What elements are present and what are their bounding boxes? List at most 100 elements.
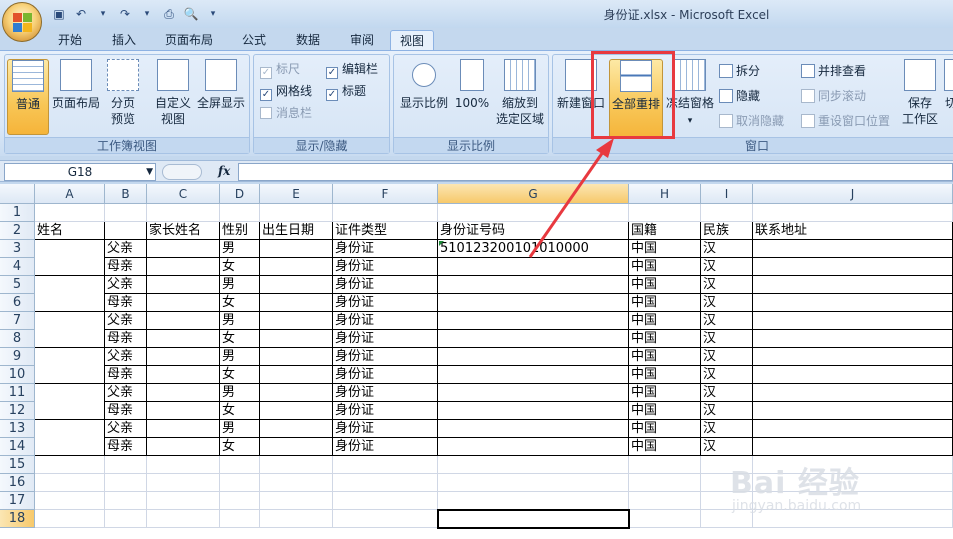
cell-G9[interactable] bbox=[438, 348, 629, 366]
cell-C16[interactable] bbox=[147, 474, 220, 492]
cell-G13[interactable] bbox=[438, 420, 629, 438]
custom-views-button[interactable]: 自定义 视图 bbox=[151, 59, 195, 135]
cell-J13[interactable] bbox=[753, 420, 953, 438]
cell-A9[interactable] bbox=[35, 348, 105, 366]
cell-A11[interactable] bbox=[35, 384, 105, 402]
column-header[interactable]: C bbox=[147, 184, 220, 204]
cell-H2[interactable]: 国籍 bbox=[629, 222, 701, 240]
cell-F14[interactable]: 身份证 bbox=[333, 438, 438, 456]
cell-A16[interactable] bbox=[35, 474, 105, 492]
formulabar-checkbox[interactable]: ✓ 编辑栏 bbox=[326, 59, 378, 79]
cell-E4[interactable] bbox=[260, 258, 333, 276]
cell-G7[interactable] bbox=[438, 312, 629, 330]
cell-D1[interactable] bbox=[220, 204, 260, 222]
cell-H18[interactable] bbox=[629, 510, 701, 528]
row-header[interactable]: 12 bbox=[0, 402, 35, 420]
cell-B17[interactable] bbox=[105, 492, 147, 510]
cell-F18[interactable] bbox=[333, 510, 438, 528]
cell-A5[interactable] bbox=[35, 276, 105, 294]
cell-A15[interactable] bbox=[35, 456, 105, 474]
cell-E1[interactable] bbox=[260, 204, 333, 222]
cell-E11[interactable] bbox=[260, 384, 333, 402]
cell-H5[interactable]: 中国 bbox=[629, 276, 701, 294]
row-header[interactable]: 5 bbox=[0, 276, 35, 294]
cell-E17[interactable] bbox=[260, 492, 333, 510]
cell-B7[interactable]: 父亲 bbox=[105, 312, 147, 330]
row-header[interactable]: 2 bbox=[0, 222, 35, 240]
office-button[interactable] bbox=[2, 2, 42, 42]
column-header[interactable]: F bbox=[333, 184, 438, 204]
cell-G2[interactable]: 身份证号码 bbox=[438, 222, 629, 240]
cell-I13[interactable]: 汉 bbox=[701, 420, 753, 438]
cell-G1[interactable] bbox=[438, 204, 629, 222]
switch-windows-button[interactable]: 切 bbox=[943, 59, 953, 135]
cell-I11[interactable]: 汉 bbox=[701, 384, 753, 402]
cell-E18[interactable] bbox=[260, 510, 333, 528]
cell-A8[interactable] bbox=[35, 330, 105, 348]
row-header[interactable]: 7 bbox=[0, 312, 35, 330]
cell-H17[interactable] bbox=[629, 492, 701, 510]
cell-J11[interactable] bbox=[753, 384, 953, 402]
unhide-button[interactable]: 取消隐藏 bbox=[719, 111, 784, 131]
split-button[interactable]: 拆分 bbox=[719, 61, 760, 81]
cell-D16[interactable] bbox=[220, 474, 260, 492]
cell-H8[interactable]: 中国 bbox=[629, 330, 701, 348]
cell-B11[interactable]: 父亲 bbox=[105, 384, 147, 402]
cell-F13[interactable]: 身份证 bbox=[333, 420, 438, 438]
cell-C1[interactable] bbox=[147, 204, 220, 222]
cell-G5[interactable] bbox=[438, 276, 629, 294]
cell-A10[interactable] bbox=[35, 366, 105, 384]
row-header[interactable]: 9 bbox=[0, 348, 35, 366]
cell-A6[interactable] bbox=[35, 294, 105, 312]
select-all-corner[interactable] bbox=[0, 184, 35, 204]
cell-A12[interactable] bbox=[35, 402, 105, 420]
tab-home[interactable]: 开始 bbox=[48, 30, 92, 50]
cell-J9[interactable] bbox=[753, 348, 953, 366]
tab-view[interactable]: 视图 bbox=[390, 30, 434, 52]
normal-view-button[interactable]: 普通 bbox=[7, 59, 49, 135]
cell-C9[interactable] bbox=[147, 348, 220, 366]
row-header[interactable]: 3 bbox=[0, 240, 35, 258]
tab-formulas[interactable]: 公式 bbox=[232, 30, 276, 50]
formula-input[interactable] bbox=[238, 163, 953, 181]
cell-H7[interactable]: 中国 bbox=[629, 312, 701, 330]
cell-H9[interactable]: 中国 bbox=[629, 348, 701, 366]
cell-D2[interactable]: 性别 bbox=[220, 222, 260, 240]
cell-G12[interactable] bbox=[438, 402, 629, 420]
cell-I5[interactable]: 汉 bbox=[701, 276, 753, 294]
save-workspace-button[interactable]: 保存 工作区 bbox=[899, 59, 941, 135]
cell-G10[interactable] bbox=[438, 366, 629, 384]
cell-B14[interactable]: 母亲 bbox=[105, 438, 147, 456]
reset-window-position-button[interactable]: 重设窗口位置 bbox=[801, 111, 890, 131]
headings-checkbox[interactable]: ✓ 标题 bbox=[326, 81, 366, 101]
cell-C7[interactable] bbox=[147, 312, 220, 330]
column-header[interactable]: G bbox=[438, 184, 629, 204]
page-break-preview-button[interactable]: 分页 预览 bbox=[103, 59, 143, 135]
cell-F4[interactable]: 身份证 bbox=[333, 258, 438, 276]
cell-H16[interactable] bbox=[629, 474, 701, 492]
cell-C17[interactable] bbox=[147, 492, 220, 510]
cell-J5[interactable] bbox=[753, 276, 953, 294]
cell-C11[interactable] bbox=[147, 384, 220, 402]
cell-I10[interactable]: 汉 bbox=[701, 366, 753, 384]
cell-D14[interactable]: 女 bbox=[220, 438, 260, 456]
cell-F8[interactable]: 身份证 bbox=[333, 330, 438, 348]
cell-B18[interactable] bbox=[105, 510, 147, 528]
cell-I2[interactable]: 民族 bbox=[701, 222, 753, 240]
insert-function-icon[interactable]: fx bbox=[218, 164, 230, 178]
cell-D4[interactable]: 女 bbox=[220, 258, 260, 276]
cell-B16[interactable] bbox=[105, 474, 147, 492]
cell-D8[interactable]: 女 bbox=[220, 330, 260, 348]
cell-B1[interactable] bbox=[105, 204, 147, 222]
cell-E16[interactable] bbox=[260, 474, 333, 492]
row-header[interactable]: 1 bbox=[0, 204, 35, 222]
cell-I3[interactable]: 汉 bbox=[701, 240, 753, 258]
cell-C15[interactable] bbox=[147, 456, 220, 474]
cell-I1[interactable] bbox=[701, 204, 753, 222]
cell-H10[interactable]: 中国 bbox=[629, 366, 701, 384]
tab-review[interactable]: 审阅 bbox=[340, 30, 384, 50]
row-header[interactable]: 14 bbox=[0, 438, 35, 456]
formula-expand-icon[interactable] bbox=[162, 164, 202, 180]
cell-J10[interactable] bbox=[753, 366, 953, 384]
cell-F5[interactable]: 身份证 bbox=[333, 276, 438, 294]
